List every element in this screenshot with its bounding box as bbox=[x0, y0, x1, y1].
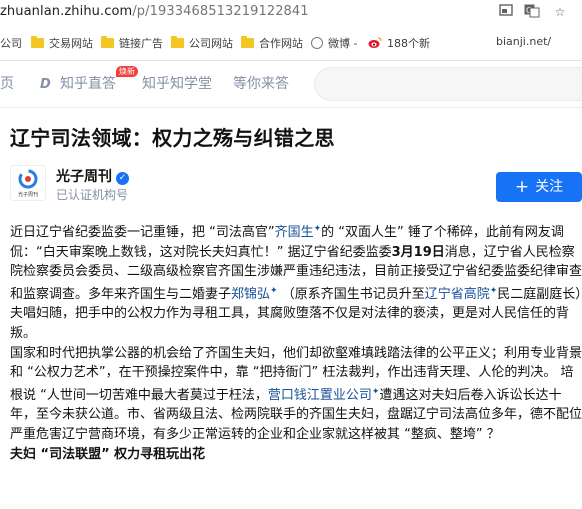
author-name-row[interactable]: 光子周刊 ✓ bbox=[56, 166, 129, 186]
bookmark-bianji[interactable]: bianji.net/ bbox=[496, 35, 551, 48]
bookmark-label: 公司网站 bbox=[189, 37, 233, 50]
new-badge: 焕新 bbox=[116, 66, 138, 77]
tab-answer[interactable]: 等你来答 bbox=[233, 73, 289, 93]
author-logo-icon: 光子周刊 bbox=[18, 169, 38, 198]
bookmark-star-icon[interactable]: ☆ bbox=[552, 4, 568, 20]
article-body: 近日辽宁省纪委监委一记重锤，把 “司法高官”齐国生✦的 “双面人生” 锤了个稀碎… bbox=[10, 220, 582, 464]
tab-home[interactable]: 首页 bbox=[0, 73, 14, 93]
author-avatar[interactable]: 光子周刊 bbox=[10, 165, 46, 201]
bookmark-label: 188个新 bbox=[387, 37, 430, 50]
zhida-logo-icon: D bbox=[40, 77, 51, 90]
bookmark-trade-sites[interactable]: 交易网站 bbox=[31, 35, 93, 51]
tab-label: 知乎直答 bbox=[60, 76, 116, 92]
translate-icon[interactable]: G bbox=[524, 4, 540, 20]
follow-button[interactable]: + 关注 bbox=[496, 172, 582, 202]
text: （原系齐国生书记员升至 bbox=[277, 286, 425, 302]
folder-icon bbox=[101, 36, 114, 48]
url-text[interactable]: zhuanlan.zhihu.com/p/1933468513219122841 bbox=[0, 4, 309, 19]
bookmark-label: 公司 bbox=[0, 37, 22, 50]
link-yingkou-qianjiang[interactable]: 营口钱江置业公司 bbox=[268, 388, 372, 403]
link-liaoning-high-court[interactable]: 辽宁省高院 bbox=[425, 287, 490, 302]
bookmark-label: 交易网站 bbox=[49, 37, 93, 50]
bookmark-weibo[interactable]: 微博 - bbox=[311, 35, 357, 51]
author-logo-text: 光子周刊 bbox=[18, 191, 38, 198]
folder-icon bbox=[31, 36, 44, 48]
folder-icon bbox=[241, 36, 254, 48]
section-heading: 夫妇 “司法联盟” 权力寻租玩出花 bbox=[10, 446, 206, 462]
url-host: zhuanlan.zhihu.com bbox=[0, 4, 133, 19]
author-subtitle: 已认证机构号 bbox=[56, 188, 129, 202]
bookmark-label: 微博 - bbox=[328, 37, 358, 50]
search-input[interactable] bbox=[314, 67, 582, 101]
link-qi-guosheng[interactable]: 齐国生 bbox=[275, 225, 314, 240]
paragraph-1: 近日辽宁省纪委监委一记重锤，把 “司法高官”齐国生✦的 “双面人生” 锤了个稀碎… bbox=[10, 220, 582, 344]
url-path: /p/1933468513219122841 bbox=[132, 4, 309, 19]
bookmark-label: 链接广告 bbox=[119, 37, 163, 50]
text: 近日辽宁省纪委监委一记重锤，把 “司法高官” bbox=[10, 225, 275, 240]
folder-icon bbox=[171, 36, 184, 48]
tab-zhihu-zhida[interactable]: D 知乎直答 bbox=[40, 73, 116, 93]
bookmark-company[interactable]: 公司 bbox=[0, 35, 22, 51]
follow-label: 关注 bbox=[535, 179, 564, 195]
link-spark-icon: ✦ bbox=[270, 285, 278, 296]
plus-icon: + bbox=[514, 177, 530, 197]
bookmark-partner-sites[interactable]: 合作网站 bbox=[241, 35, 303, 51]
tab-learn[interactable]: 知乎知学堂 bbox=[142, 73, 212, 93]
date-text: 3月19日 bbox=[391, 244, 445, 260]
globe-icon bbox=[311, 37, 323, 49]
article-title: 辽宁司法领域：权力之殇与纠错之思 bbox=[10, 126, 335, 150]
svg-text:D: D bbox=[40, 77, 51, 90]
screenshot-icon[interactable] bbox=[498, 4, 514, 20]
link-zheng-jinhong[interactable]: 郑锦弘 bbox=[231, 287, 270, 302]
bookmark-label: bianji.net/ bbox=[496, 35, 552, 48]
bookmark-link-ads[interactable]: 链接广告 bbox=[101, 35, 163, 51]
author-name: 光子周刊 bbox=[56, 169, 112, 185]
weibo-icon bbox=[368, 37, 382, 48]
paragraph-2: 国家和时代把执掌公器的机会给了齐国生夫妇，他们却欲壑难填践踏法律的公平正义；利用… bbox=[10, 344, 582, 445]
bookmarks-bar: 公司 交易网站 链接广告 公司网站 合作网站 微博 - 188个新 bianji… bbox=[0, 26, 582, 61]
bookmark-label: 合作网站 bbox=[259, 37, 303, 50]
bookmark-188[interactable]: 188个新 bbox=[368, 35, 430, 51]
verified-icon: ✓ bbox=[116, 172, 129, 185]
site-nav: 首页 D 知乎直答 焕新 知乎知学堂 等你来答 bbox=[0, 61, 582, 108]
bookmark-company-sites[interactable]: 公司网站 bbox=[171, 35, 233, 51]
address-bar[interactable]: zhuanlan.zhihu.com/p/1933468513219122841… bbox=[0, 0, 582, 24]
